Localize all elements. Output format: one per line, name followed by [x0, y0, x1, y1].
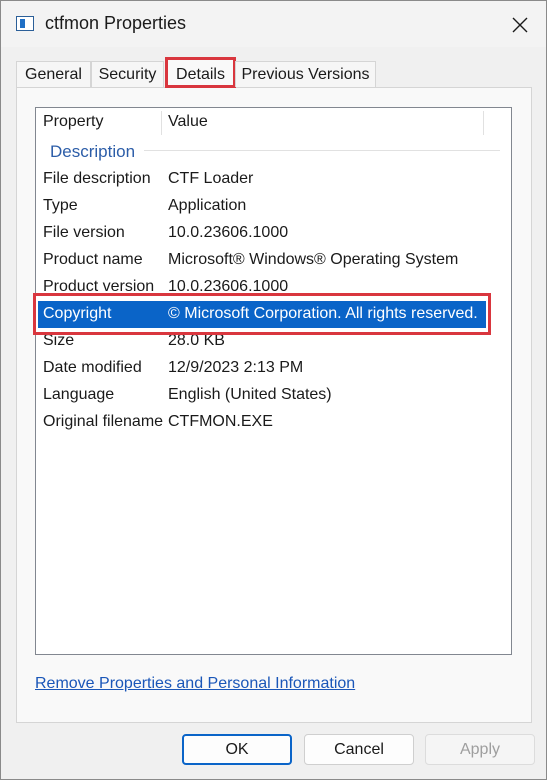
table-row[interactable]: Language English (United States) — [36, 382, 511, 409]
cancel-button[interactable]: Cancel — [304, 734, 414, 765]
row-value: English (United States) — [168, 386, 332, 403]
row-property: Language — [43, 386, 115, 403]
table-row[interactable]: File description CTF Loader — [36, 166, 511, 193]
row-value: © Microsoft Corporation. All rights rese… — [168, 305, 478, 322]
row-value: 10.0.23606.1000 — [168, 278, 289, 295]
column-divider[interactable] — [161, 111, 162, 135]
ok-button[interactable]: OK — [182, 734, 292, 765]
remove-properties-link[interactable]: Remove Properties and Personal Informati… — [35, 675, 355, 693]
table-row[interactable]: Product name Microsoft® Windows® Operati… — [36, 247, 511, 274]
tab-previous-versions[interactable]: Previous Versions — [235, 61, 376, 87]
properties-window-icon — [16, 16, 34, 31]
row-value: Microsoft® Windows® Operating System — [168, 251, 459, 268]
table-row[interactable]: Original filename CTFMON.EXE — [36, 409, 511, 436]
row-value: Application — [168, 197, 247, 214]
table-row[interactable]: Size 28.0 KB — [36, 328, 511, 355]
row-property: Date modified — [43, 359, 142, 376]
apply-button[interactable]: Apply — [425, 734, 535, 765]
table-row[interactable]: Product version 10.0.23606.1000 — [36, 274, 511, 301]
row-value: CTF Loader — [168, 170, 254, 187]
row-value: CTFMON.EXE — [168, 413, 273, 430]
row-property: Product name — [43, 251, 143, 268]
tab-security[interactable]: Security — [91, 61, 164, 87]
close-button[interactable] — [495, 9, 545, 41]
window-title: ctfmon Properties — [45, 13, 187, 33]
row-property: Copyright — [43, 305, 112, 322]
title-bar: ctfmon Properties — [1, 1, 546, 47]
row-property: Product version — [43, 278, 155, 295]
row-property: Original filename — [43, 413, 164, 430]
column-divider[interactable] — [483, 111, 484, 135]
tab-general[interactable]: General — [16, 61, 91, 87]
table-row[interactable]: Type Application — [36, 193, 511, 220]
table-row-selected[interactable]: Copyright © Microsoft Corporation. All r… — [38, 301, 486, 328]
row-property: File version — [43, 224, 125, 241]
group-divider — [144, 150, 500, 151]
column-header-property[interactable]: Property — [43, 108, 103, 136]
group-header-description[interactable]: Description — [50, 142, 135, 162]
row-property: Type — [43, 197, 78, 214]
tab-details[interactable]: Details — [165, 57, 236, 88]
details-list[interactable]: Property Value Description File descript… — [35, 107, 512, 655]
row-value: 12/9/2023 2:13 PM — [168, 359, 304, 376]
table-row[interactable]: Date modified 12/9/2023 2:13 PM — [36, 355, 511, 382]
row-property: File description — [43, 170, 151, 187]
row-value: 10.0.23606.1000 — [168, 224, 289, 241]
row-property: Size — [43, 332, 75, 349]
column-header-value[interactable]: Value — [168, 108, 208, 136]
properties-window: ctfmon Properties General Security Detai… — [0, 0, 547, 780]
row-value: 28.0 KB — [168, 332, 225, 349]
table-row[interactable]: File version 10.0.23606.1000 — [36, 220, 511, 247]
close-icon — [512, 17, 528, 33]
